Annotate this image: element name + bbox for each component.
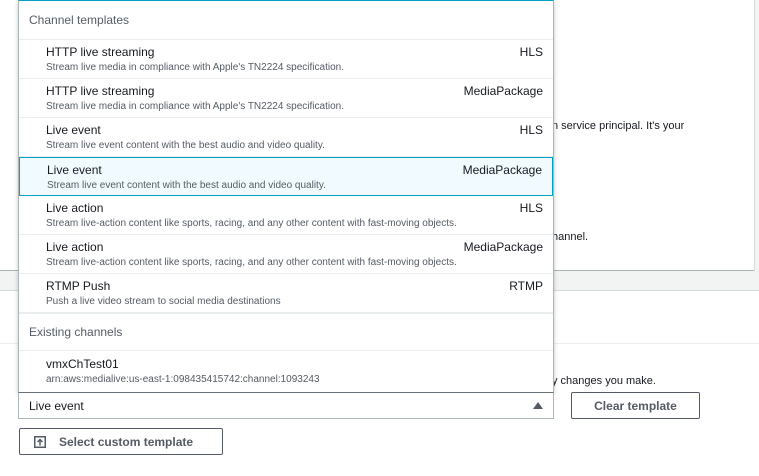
option-label: RTMP Push bbox=[46, 279, 111, 293]
option-description: Stream live media in compliance with App… bbox=[46, 101, 344, 112]
option-label: vmxChTest01 bbox=[46, 357, 119, 371]
option-tag: HLS bbox=[519, 123, 543, 137]
option-description: Stream live event content with the best … bbox=[47, 180, 326, 191]
template-select-value: Live event bbox=[29, 399, 84, 413]
option-tag: MediaPackage bbox=[462, 163, 542, 177]
option-tag: HLS bbox=[519, 201, 543, 215]
upload-icon bbox=[34, 435, 46, 448]
option-description: Push a live video stream to social media… bbox=[46, 296, 281, 307]
caret-up-icon bbox=[533, 402, 543, 409]
option-existing-channel[interactable]: vmxChTest01 arn:aws:medialive:us-east-1:… bbox=[19, 351, 553, 391]
select-custom-template-label: Select custom template bbox=[59, 434, 194, 449]
background-text: y changes you make. bbox=[552, 375, 656, 387]
option-label: Live action bbox=[46, 201, 104, 215]
option-tag: HLS bbox=[519, 45, 543, 59]
group-header-channel-templates: Channel templates bbox=[19, 1, 553, 40]
option-tag: MediaPackage bbox=[463, 240, 543, 254]
option-description: Stream live event content with the best … bbox=[46, 140, 325, 151]
option-http-live-streaming-hls[interactable]: HTTP live streaming HLS Stream live medi… bbox=[19, 40, 553, 79]
option-tag: RTMP bbox=[509, 279, 543, 293]
template-select[interactable]: Live event bbox=[18, 392, 554, 419]
option-description: Stream live media in compliance with App… bbox=[46, 62, 344, 73]
option-description: arn:aws:medialive:us-east-1:098435415742… bbox=[46, 374, 320, 385]
option-description: Stream live-action content like sports, … bbox=[46, 218, 457, 229]
background-text: n service principal. It's your bbox=[552, 120, 685, 132]
select-custom-template-button[interactable]: Select custom template bbox=[19, 428, 223, 455]
group-header-existing-channels: Existing channels bbox=[19, 313, 553, 351]
option-tag: MediaPackage bbox=[463, 84, 543, 98]
option-live-event-hls[interactable]: Live event HLS Stream live event content… bbox=[19, 118, 553, 157]
clear-template-button[interactable]: Clear template bbox=[571, 392, 700, 419]
option-live-action-mediapackage[interactable]: Live action MediaPackage Stream live-act… bbox=[19, 235, 553, 274]
option-live-action-hls[interactable]: Live action HLS Stream live-action conte… bbox=[19, 196, 553, 235]
background-text: hannel. bbox=[552, 231, 589, 243]
option-live-event-mediapackage[interactable]: Live event MediaPackage Stream live even… bbox=[19, 157, 553, 196]
option-rtmp-push[interactable]: RTMP Push RTMP Push a live video stream … bbox=[19, 274, 553, 313]
option-http-live-streaming-mediapackage[interactable]: HTTP live streaming MediaPackage Stream … bbox=[19, 79, 553, 118]
option-label: HTTP live streaming bbox=[46, 45, 155, 59]
option-label: Live event bbox=[46, 123, 101, 137]
template-dropdown-list: Channel templates HTTP live streaming HL… bbox=[18, 0, 554, 392]
option-description: Stream live-action content like sports, … bbox=[46, 257, 457, 268]
